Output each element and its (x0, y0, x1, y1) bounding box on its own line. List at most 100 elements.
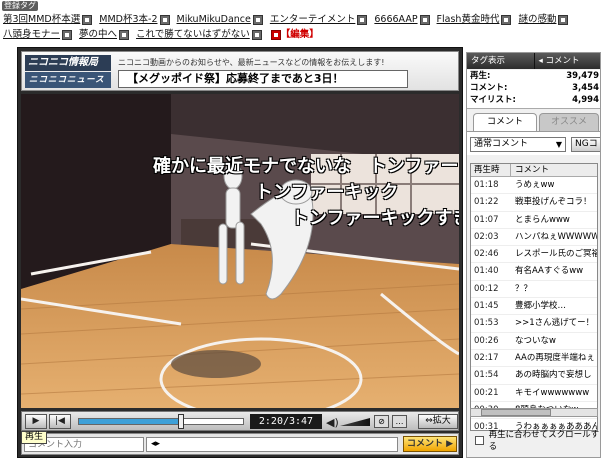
tag-link[interactable]: 謎の感動 (518, 13, 556, 26)
dictionary-icon[interactable] (159, 14, 170, 25)
comment-time: 01:53 (474, 318, 499, 329)
info-description: ニコニコ動画からのお知らせや、最新ニュースなどの情報をお伝えします! (118, 58, 385, 67)
autoscroll-checkbox[interactable] (475, 435, 484, 445)
dictionary-icon[interactable] (252, 14, 263, 25)
comment-time: 02:46 (474, 249, 499, 260)
tag-item[interactable]: Flash黄金時代 (437, 13, 512, 26)
comment-row[interactable]: 02:03 ハンパねぇWWWWW (471, 229, 597, 247)
skip-back-icon: |◀ (55, 416, 65, 426)
rewind-button[interactable]: |◀ (49, 414, 71, 429)
col-comment[interactable]: コメント (511, 164, 549, 176)
tag-link[interactable]: 第3回MMD杯本選 (3, 13, 80, 26)
comment-toggle-button[interactable]: … (392, 415, 407, 428)
info-logo[interactable]: ニコニコ情報局 (25, 55, 111, 71)
volume-slider[interactable] (340, 418, 370, 426)
comment-row[interactable]: 01:40 有名AAすぐるww (471, 263, 597, 281)
comment-row[interactable]: 00:21 キモイwwwwwww (471, 385, 597, 402)
comment-row[interactable]: 01:53 >>1さん逃げてー！ (471, 315, 597, 333)
comment-row[interactable]: 01:54 あの時脳内で妄想し (471, 367, 597, 385)
tab-comment-top[interactable]: ◂ コメント (534, 53, 600, 69)
tag-bar: 登録タグ 第3回MMD杯本選 MMD杯3本-2 MikuMikuDance エン… (0, 0, 601, 45)
scrollbar-thumb[interactable] (481, 409, 551, 416)
comment-text: あの時脳内で妄想し (515, 370, 592, 381)
tab-comments[interactable]: コメント (473, 113, 537, 131)
tag-list: 第3回MMD杯本選 MMD杯3本-2 MikuMikuDance エンターテイメ… (3, 13, 598, 41)
tag-item[interactable]: 八頭身モナー (3, 28, 73, 41)
edit-icon[interactable] (270, 29, 281, 40)
tag-item[interactable]: 第3回MMD杯本選 (3, 13, 93, 26)
dictionary-icon[interactable] (119, 29, 130, 40)
tab-tags[interactable]: タグ表示 (467, 53, 535, 69)
dictionary-icon[interactable] (558, 14, 569, 25)
tab-comment-label: コメント (545, 56, 580, 66)
gym-scene (21, 94, 459, 408)
tag-item[interactable]: MMD杯3本-2 (99, 13, 170, 26)
comment-row[interactable]: 02:17 AAの再現度半端ねぇ (471, 350, 597, 368)
comment-list[interactable]: 再生時 コメント 01:18 うめぇww 01:22 戦車投げんぞコラ！ 01:07… (470, 163, 598, 431)
comment-text: AAの再現度半端ねぇ (515, 352, 595, 363)
comment-text: ？？ (515, 283, 533, 294)
comment-text: キモイwwwwwww (515, 387, 590, 398)
tag-item[interactable]: これで勝てないはずがない (136, 28, 262, 41)
play-icon: ▶ (32, 416, 40, 426)
comment-row[interactable]: 01:45 豊郷小学校… (471, 298, 597, 316)
dictionary-icon[interactable] (419, 14, 430, 25)
tag-link[interactable]: 6666AAP (374, 13, 417, 26)
stat-value: 4,994 (572, 95, 599, 105)
comment-text: >>1さん逃げてー！ (515, 318, 595, 329)
tab-recommend[interactable]: オススメ (539, 113, 599, 131)
horizontal-scrollbar[interactable] (470, 408, 598, 417)
comment-row[interactable]: 00:12 ？？ (471, 281, 597, 299)
tag-edit-link[interactable]: 【編集】 (281, 28, 319, 41)
filter-value: 通常コメント (474, 139, 529, 149)
play-button[interactable]: ▶ (25, 414, 47, 429)
col-time[interactable]: 再生時 (471, 164, 511, 176)
comment-filter-select[interactable]: 通常コメント ▼ (470, 137, 566, 152)
tag-edit[interactable]: 【編集】 (269, 28, 319, 41)
comment-time: 01:54 (474, 370, 499, 381)
comment-time: 02:03 (474, 231, 499, 242)
tag-link[interactable]: MikuMikuDance (177, 13, 251, 26)
tag-link[interactable]: 夢の中へ (79, 28, 117, 41)
tag-link[interactable]: エンターテイメント (270, 13, 356, 26)
comment-row[interactable]: 01:22 戦車投げんぞコラ！ (471, 194, 597, 212)
submit-label: コメント (406, 439, 443, 449)
tag-item[interactable]: 夢の中へ (79, 28, 130, 41)
tag-item[interactable]: 謎の感動 (518, 13, 569, 26)
expand-button[interactable]: ⇔拡大 (418, 414, 458, 429)
video-player: ニコニコ情報局 ニコニコニュース ニコニコ動画からのお知らせや、最新ニュースなど… (17, 47, 463, 458)
dictionary-icon[interactable] (357, 14, 368, 25)
danmaku-comment: 確かに最近モナでないな トンファー (153, 156, 459, 177)
submit-comment-button[interactable]: コメント ▶ (403, 436, 457, 452)
expand-label: 拡大 (432, 416, 451, 426)
news-logo[interactable]: ニコニコニュース (25, 72, 111, 88)
tag-item[interactable]: 6666AAP (374, 13, 430, 26)
dictionary-icon[interactable] (501, 14, 512, 25)
panel-tabs: コメント オススメ (467, 113, 600, 131)
tag-link[interactable]: 八頭身モナー (3, 28, 60, 41)
comment-row[interactable]: 00:26 なついなw (471, 333, 597, 350)
seek-handle[interactable] (177, 414, 184, 429)
comment-row[interactable]: 01:07 とまらんwww (471, 212, 597, 229)
tag-item[interactable]: エンターテイメント (270, 13, 368, 26)
time-total: 3:47 (289, 416, 314, 427)
command-field[interactable]: ◂▸ (146, 437, 398, 452)
autoscroll-option[interactable]: 再生に合わせてスクロールする (475, 428, 600, 452)
info-headline[interactable]: 【メグッポイド祭】応募終了まであと3日！ (118, 70, 408, 88)
tag-link[interactable]: MMD杯3本-2 (99, 13, 157, 26)
mute-comment-button[interactable]: ⊘ (374, 415, 389, 428)
video-screen[interactable]: 確かに最近モナでないな トンファー トンファーキック トンファーキックすき (21, 94, 459, 408)
dictionary-icon[interactable] (82, 14, 93, 25)
dictionary-icon[interactable] (251, 29, 262, 40)
tag-link[interactable]: Flash黄金時代 (437, 13, 500, 26)
comment-row[interactable]: 01:18 うめぇww (471, 177, 597, 195)
comment-row[interactable]: 02:46 レスポール氏のご冥福 (471, 246, 597, 264)
tag-item[interactable]: MikuMikuDance (177, 13, 263, 26)
ng-button[interactable]: NGコ (571, 137, 600, 152)
seek-bar[interactable] (78, 414, 244, 429)
volume-icon[interactable]: ◀) (326, 416, 339, 429)
comment-text: 豊郷小学校… (515, 301, 567, 312)
comment-text: 有名AAすぐるww (515, 266, 584, 277)
dictionary-icon[interactable] (62, 29, 73, 40)
tag-link[interactable]: これで勝てないはずがない (136, 28, 250, 41)
